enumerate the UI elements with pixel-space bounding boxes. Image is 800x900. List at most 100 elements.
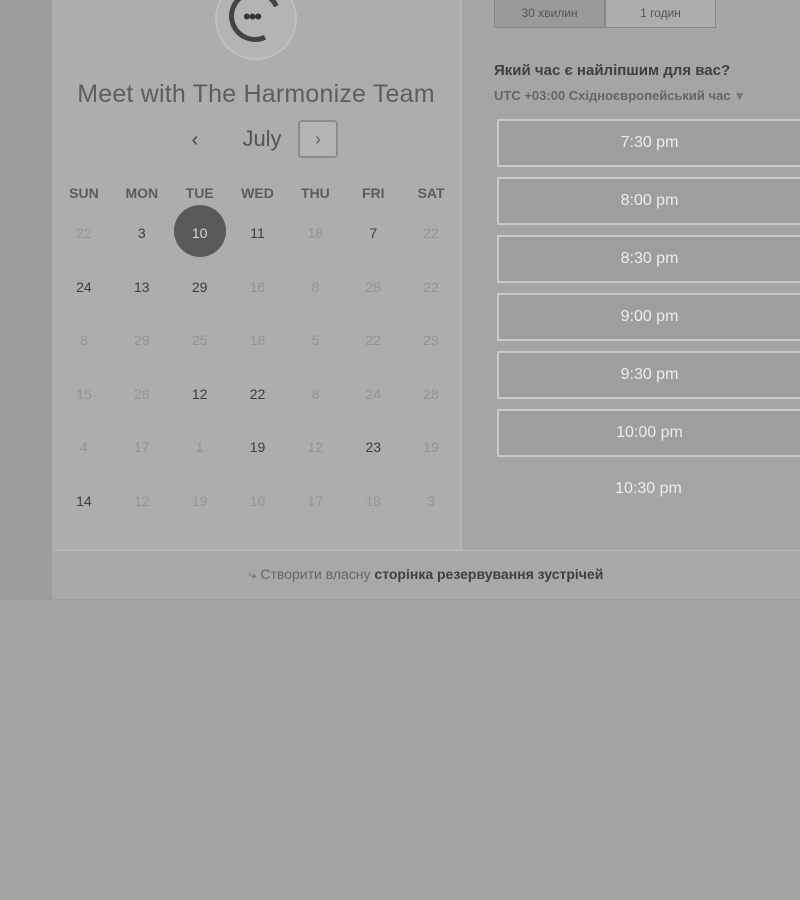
time-slot-button[interactable]: 7:30 pm	[497, 119, 800, 167]
calendar-day: 4	[55, 419, 113, 473]
calendar-week-row: 15 28 12 22 8 24 28	[55, 366, 460, 420]
create-booking-page-link[interactable]: сторінка резервування зустрічей	[374, 566, 603, 582]
calendar-day[interactable]: 11	[229, 205, 287, 259]
weekday-label: FRI	[361, 185, 385, 201]
previous-month-button[interactable]: ‹	[185, 128, 205, 152]
weekday-label: TUE	[185, 185, 214, 201]
calendar-day: 12	[113, 473, 171, 527]
selected-day[interactable]: 10	[171, 205, 229, 259]
day-number: 24	[365, 385, 382, 402]
day-number: 17	[134, 439, 150, 456]
day-number: 19	[249, 439, 266, 456]
day-number: 4	[80, 439, 88, 456]
calendar-day[interactable]: 29	[171, 259, 229, 313]
calendar-day[interactable]: 3	[113, 205, 171, 259]
month-label: July	[242, 126, 282, 151]
weekday-label: THU	[300, 185, 330, 201]
calendar-day: 28	[344, 259, 402, 313]
day-number: 29	[191, 278, 208, 295]
time-slot-button[interactable]: 9:00 pm	[497, 293, 800, 341]
time-question: Який час є найліпшим для вас?	[494, 62, 731, 79]
day-number: 29	[423, 332, 439, 349]
footer-bar: ⤷ Створити власну сторінка резервування …	[52, 550, 800, 599]
calendar-day: 16	[229, 259, 287, 313]
day-number: 3	[427, 492, 435, 509]
calendar-day[interactable]: 7	[344, 205, 402, 259]
footer-icon: ⤷	[248, 566, 261, 582]
day-number: 13	[134, 278, 150, 295]
calendar-day: 28	[113, 366, 171, 420]
calendar-week-row: 4 17 1 19 12 23 19	[55, 419, 460, 473]
time-slot-button[interactable]: 10:30 pm	[497, 467, 800, 515]
day-number: 12	[307, 439, 324, 456]
duration-tabs: 30 хвилин 1 годин	[494, 0, 716, 28]
day-number: 22	[423, 278, 439, 295]
next-month-button[interactable]: ›	[298, 120, 338, 158]
day-number: 5	[311, 332, 320, 349]
day-number: 12	[134, 492, 150, 509]
duration-tab[interactable]: 1 годин	[605, 0, 716, 28]
day-number: 19	[191, 492, 208, 509]
day-number: 22	[365, 332, 382, 349]
month-navigation: ‹ July ›	[52, 120, 460, 160]
calendar-day[interactable]: 13	[113, 259, 171, 313]
day-number: 18	[249, 332, 266, 349]
footer-prefix: Створити власну	[260, 566, 371, 582]
calendar-day: 29	[402, 312, 460, 366]
timezone-label: UTC +03:00 Східноєвропейський час	[494, 88, 731, 103]
chevron-down-icon: ▾	[736, 88, 744, 103]
calendar-day[interactable]: 24	[55, 259, 113, 313]
timezone-selector[interactable]: UTC +03:00 Східноєвропейський час ▾	[494, 88, 743, 104]
calendar-day: 19	[402, 419, 460, 473]
calendar-day[interactable]: 23	[344, 419, 402, 473]
day-number: 29	[134, 332, 150, 349]
day-number: 14	[76, 492, 92, 509]
calendar-day[interactable]: 12	[171, 366, 229, 420]
calendar-day: 22	[55, 205, 113, 259]
calendar-day: 25	[171, 312, 229, 366]
day-number: 19	[423, 439, 439, 456]
page-title: Meet with The Harmonize Team	[77, 80, 435, 108]
day-number: 28	[423, 385, 439, 402]
calendar-day: 22	[344, 312, 402, 366]
day-number: 22	[249, 385, 266, 402]
calendar-week-row: 24 13 29 16 8 28 22	[55, 259, 460, 313]
calendar-day: 29	[113, 312, 171, 366]
calendar-day: 28	[402, 366, 460, 420]
calendar-day: 12	[286, 419, 344, 473]
day-number: 16	[249, 278, 266, 295]
avatar-dots-icon: •••	[243, 4, 262, 29]
day-number: 8	[311, 385, 320, 402]
day-number: 22	[423, 225, 439, 241]
calendar-day: 8	[286, 259, 344, 313]
day-number: 11	[250, 225, 265, 241]
time-slot-button[interactable]: 8:00 pm	[497, 177, 800, 225]
calendar-day: 8	[286, 366, 344, 420]
weekday-header: SUN MON TUE WED THU FRI SAT	[55, 185, 460, 205]
day-number: 10	[191, 225, 208, 241]
calendar-day[interactable]: 14	[55, 473, 113, 527]
calendar-day: 18	[286, 205, 344, 259]
day-number: 18	[365, 492, 382, 509]
calendar-weeks: 22 3 10 11 18 7 22 24 13 29 16 8 28 22 8 29 25 18 5 22 29 15 2…	[55, 205, 460, 527]
time-slot-button[interactable]: 9:30 pm	[497, 351, 800, 399]
calendar-day: 3	[402, 473, 460, 527]
day-number: 25	[191, 332, 208, 349]
duration-tab[interactable]: 30 хвилин	[494, 0, 605, 28]
time-slot-button[interactable]: 10:00 pm	[497, 409, 800, 457]
weekday-label: SAT	[417, 185, 445, 201]
calendar-day[interactable]: 19	[229, 419, 287, 473]
calendar-day: 17	[286, 473, 344, 527]
calendar-day: 19	[171, 473, 229, 527]
day-number: 17	[307, 492, 324, 509]
calendar-day[interactable]: 22	[229, 366, 287, 420]
calendar-week-row: 14 12 19 10 17 18 3	[55, 473, 460, 527]
day-number: 7	[369, 225, 378, 241]
weekday-label: SUN	[69, 185, 99, 201]
weekday-label: WED	[241, 185, 274, 201]
time-slot-button[interactable]: 8:30 pm	[497, 235, 800, 283]
day-number: 28	[134, 385, 150, 402]
day-number: 3	[137, 225, 146, 241]
day-number: 1	[195, 439, 204, 456]
day-number: 23	[365, 439, 382, 456]
